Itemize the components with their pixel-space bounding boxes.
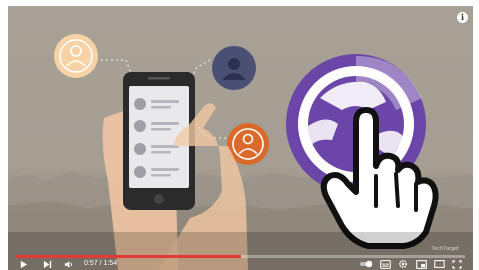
settings-icon <box>398 259 408 269</box>
fullscreen-button[interactable] <box>450 258 464 270</box>
miniplayer-button[interactable] <box>414 258 428 270</box>
theater-button[interactable] <box>432 258 446 270</box>
current-time: 0:57 <box>84 260 98 267</box>
play-button[interactable] <box>16 258 30 270</box>
next-button[interactable] <box>40 258 54 270</box>
play-icon <box>20 260 27 268</box>
settings-button[interactable] <box>396 258 410 270</box>
autoplay-toggle[interactable] <box>358 258 374 270</box>
volume-icon <box>64 260 72 268</box>
player-controls: 0:57 / 1:54 <box>8 258 473 270</box>
avatar-navy <box>212 46 256 90</box>
subtitles-button[interactable] <box>378 258 392 270</box>
volume-button[interactable] <box>62 258 76 270</box>
info-icon[interactable]: i <box>457 12 468 23</box>
time-display: 0:57 / 1:54 <box>84 258 117 270</box>
fullscreen-icon <box>452 259 462 269</box>
next-icon <box>43 260 51 268</box>
video-player[interactable]: i TechTarget 0:57 / 1:54 <box>8 6 473 270</box>
avatar-peach <box>54 34 98 78</box>
theater-icon <box>433 260 445 268</box>
duration: 1:54 <box>103 260 118 267</box>
video-frame[interactable] <box>8 6 473 270</box>
miniplayer-icon <box>415 259 427 269</box>
channel-watermark: TechTarget <box>431 246 459 252</box>
subtitles-icon <box>379 259 391 269</box>
autoplay-toggle-icon <box>360 260 373 268</box>
